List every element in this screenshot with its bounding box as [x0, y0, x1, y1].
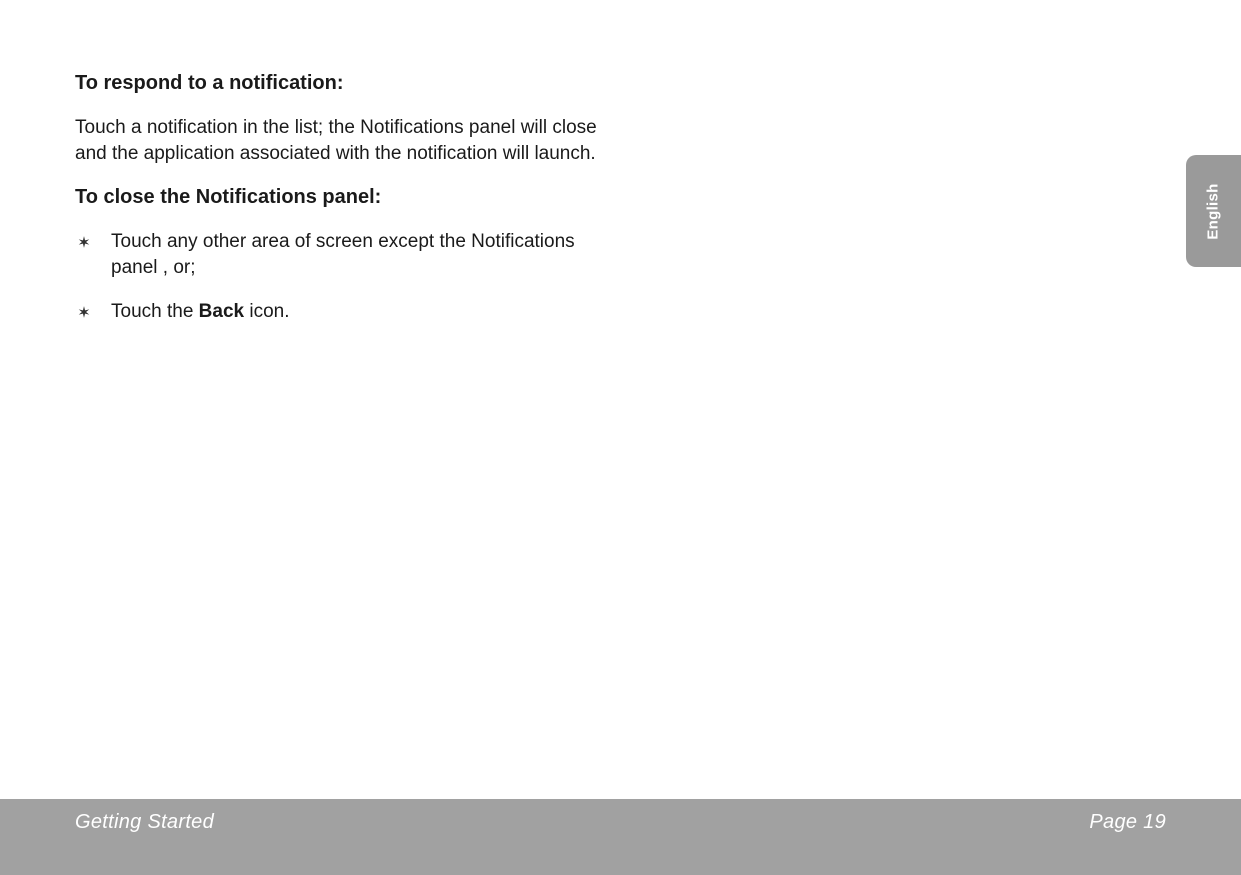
language-tab-label: English: [1205, 183, 1222, 239]
heading-respond: To respond to a notification:: [75, 72, 620, 95]
footer-page-number: Page 19: [1089, 811, 1166, 834]
list-item-text: Touch any other area of screen except th…: [111, 229, 620, 280]
page-content: To respond to a notification: Touch a no…: [0, 0, 620, 324]
paragraph-respond: Touch a notification in the list; the No…: [75, 115, 620, 166]
list-text-bold: Back: [199, 301, 244, 322]
list-item-text: Touch the Back icon.: [111, 299, 620, 325]
language-tab[interactable]: English: [1186, 155, 1241, 267]
footer-section-title: Getting Started: [75, 811, 214, 834]
instruction-list: Touch any other area of screen except th…: [75, 229, 620, 324]
list-text-suffix: icon.: [244, 301, 289, 322]
list-text-prefix: Touch the: [111, 301, 199, 322]
heading-close: To close the Notifications panel:: [75, 186, 620, 209]
list-item: Touch any other area of screen except th…: [75, 229, 620, 280]
page-footer: Getting Started Page 19: [0, 799, 1241, 875]
star-bullet-icon: [75, 233, 93, 251]
list-item: Touch the Back icon.: [75, 299, 620, 325]
star-bullet-icon: [75, 303, 93, 321]
